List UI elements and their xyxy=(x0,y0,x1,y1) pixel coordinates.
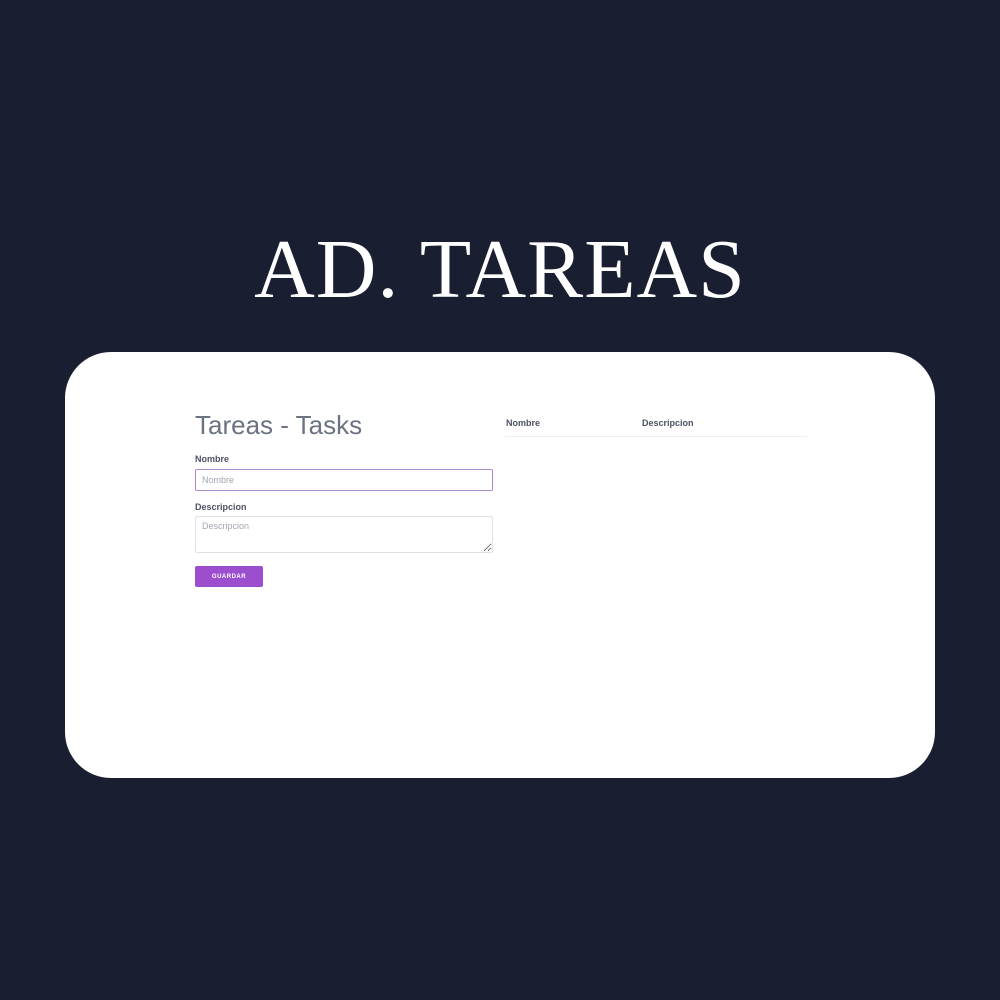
page-title: Tareas - Tasks xyxy=(195,410,363,440)
description-textarea[interactable] xyxy=(195,516,493,553)
task-table-panel: Nombre Descripcion xyxy=(505,412,807,437)
description-label: Descripcion xyxy=(195,502,247,512)
column-header-nombre: Nombre xyxy=(505,412,641,437)
banner-title: AD. TAREAS xyxy=(254,223,746,316)
app-card: Tareas - Tasks Nombre Descripcion GUARDA… xyxy=(65,352,935,778)
table-header-row: Nombre Descripcion xyxy=(505,412,807,437)
column-header-descripcion: Descripcion xyxy=(641,412,807,437)
task-form: Tareas - Tasks Nombre Descripcion GUARDA… xyxy=(195,408,495,587)
name-label: Nombre xyxy=(195,454,230,464)
task-table: Nombre Descripcion xyxy=(505,412,807,437)
name-input[interactable] xyxy=(195,469,493,491)
save-button[interactable]: GUARDAR xyxy=(195,566,263,587)
